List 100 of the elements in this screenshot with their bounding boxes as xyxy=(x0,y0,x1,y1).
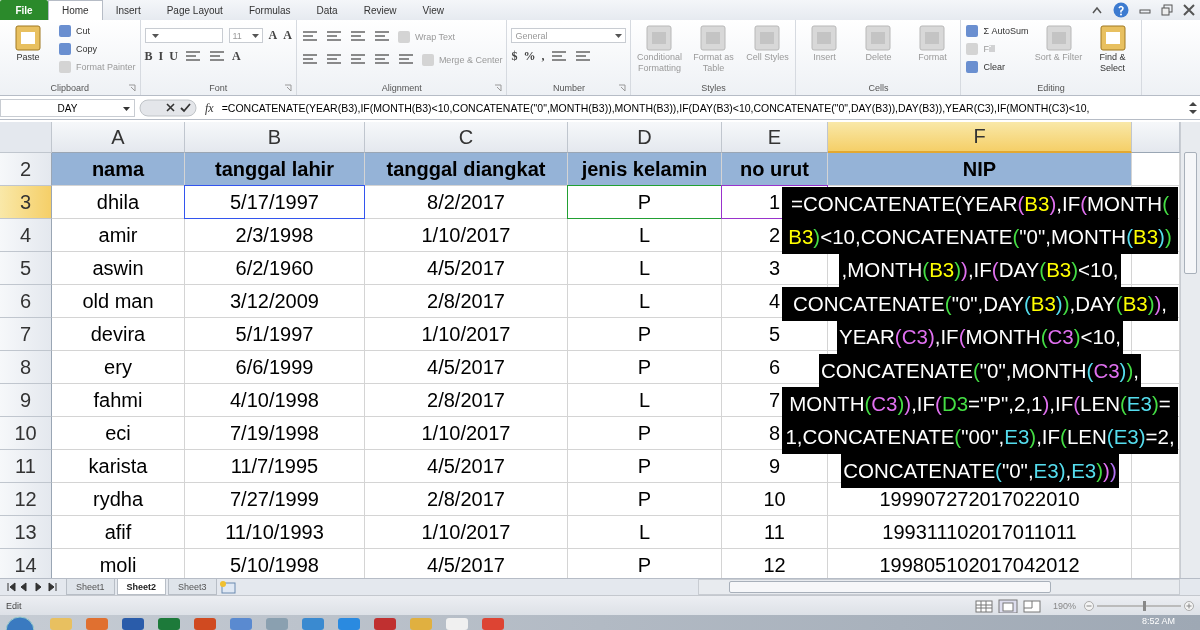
row-header[interactable]: 9 xyxy=(0,384,52,417)
vertical-scrollbar[interactable] xyxy=(1180,122,1200,578)
command-icon xyxy=(809,24,840,52)
group-label: Number xyxy=(552,83,585,93)
text-style-button[interactable]: I xyxy=(158,49,164,64)
format-icon[interactable] xyxy=(183,49,202,64)
text-style-button[interactable]: B xyxy=(144,49,153,64)
row-header[interactable]: 4 xyxy=(0,219,52,252)
zoom-out-icon[interactable] xyxy=(1084,600,1094,611)
ribbon-button[interactable]: Clear xyxy=(965,58,1005,75)
restore-icon[interactable] xyxy=(1161,4,1173,16)
sheet-tab[interactable]: Sheet1 xyxy=(66,579,115,595)
row-header[interactable]: 14 xyxy=(0,549,52,578)
column-header[interactable] xyxy=(1132,122,1180,153)
ribbon-tab[interactable]: Review xyxy=(350,0,410,20)
row-header[interactable]: 11 xyxy=(0,450,52,483)
row-header[interactable]: 5 xyxy=(0,252,52,285)
format-icon[interactable] xyxy=(324,52,343,67)
row-header[interactable]: 12 xyxy=(0,483,52,516)
ribbon-tab[interactable]: Data xyxy=(303,0,351,20)
ribbon-button[interactable]: Copy xyxy=(58,40,97,57)
format-icon[interactable] xyxy=(300,29,319,44)
text-style-button[interactable]: U xyxy=(169,49,178,64)
table-cell: 4/5/2017 xyxy=(427,454,505,478)
ribbon-tab[interactable]: Page Layout xyxy=(153,0,236,20)
dialog-launcher-icon[interactable] xyxy=(283,84,292,92)
group-label: Alignment xyxy=(381,83,422,93)
table-cell: amir xyxy=(98,223,138,247)
command-icon xyxy=(58,41,72,56)
row-header[interactable]: 8 xyxy=(0,351,52,384)
row-header[interactable]: 10 xyxy=(0,417,52,450)
table-cell: 7/27/1999 xyxy=(230,487,319,511)
format-icon[interactable] xyxy=(372,52,391,67)
column-header[interactable]: B xyxy=(185,122,365,153)
ribbon-dropdown[interactable] xyxy=(144,28,223,43)
format-icon[interactable] xyxy=(574,49,593,64)
table-cell: 11 xyxy=(764,520,785,544)
horizontal-scrollbar[interactable] xyxy=(698,579,1180,595)
ribbon-button[interactable]: Find & Select xyxy=(1088,22,1137,74)
insert-sheet-icon[interactable] xyxy=(218,580,237,594)
row-header[interactable]: 6 xyxy=(0,285,52,318)
formula-field[interactable]: =CONCATENATE(YEAR(B3),IF(MONTH(B3)<10,CONCATENATE("0",MONTH(B3)),MONTH(B3)),IF(DAY(B3)<10,CONCATENATE("0",DAY(B3)),DAY(B3)),YEAR(C3),IF(MONTH(C3)<10, xyxy=(221,102,1182,114)
zoom-slider[interactable] xyxy=(1084,600,1194,611)
ribbon-button[interactable]: Σ AutoSum xyxy=(965,22,1029,39)
table-cell: 1/10/2017 xyxy=(421,520,511,544)
row-header[interactable]: 13 xyxy=(0,516,52,549)
column-header[interactable]: D xyxy=(568,122,722,153)
caret-icon xyxy=(151,33,159,38)
text-style-button[interactable]: $ xyxy=(511,49,518,64)
caret-icon xyxy=(251,33,259,38)
table-cell: 9 xyxy=(768,454,781,478)
text-style-button[interactable]: , xyxy=(541,49,545,64)
ribbon-tab[interactable]: Insert xyxy=(102,0,154,20)
sheet-tab[interactable]: Sheet3 xyxy=(168,579,217,595)
table-cell: 5/10/1998 xyxy=(230,553,319,577)
text-style-button[interactable]: A xyxy=(231,49,241,64)
dialog-launcher-icon[interactable] xyxy=(618,84,627,92)
dialog-launcher-icon[interactable] xyxy=(127,84,136,92)
file-tab[interactable]: File xyxy=(0,0,48,20)
format-icon[interactable] xyxy=(300,52,319,67)
zoom-in-icon[interactable] xyxy=(1184,600,1194,611)
ribbon-tab[interactable]: Home xyxy=(48,0,103,20)
text-style-button[interactable]: % xyxy=(523,49,536,64)
formula-buttons-drawing[interactable] xyxy=(139,99,197,117)
table-cell: 7 xyxy=(768,388,781,412)
format-icon[interactable] xyxy=(207,49,226,64)
table-cell: 7/19/1998 xyxy=(230,421,319,445)
dialog-launcher-icon[interactable] xyxy=(494,84,503,92)
column-header[interactable]: F xyxy=(828,122,1132,153)
command-icon xyxy=(863,24,894,52)
close-icon[interactable] xyxy=(1183,4,1195,16)
ribbon-button[interactable]: Cut xyxy=(58,22,90,39)
table-cell: ery xyxy=(104,355,132,379)
column-header[interactable]: C xyxy=(365,122,568,153)
help-icon[interactable] xyxy=(1113,2,1129,18)
format-icon[interactable] xyxy=(372,29,391,44)
row-header[interactable]: 2 xyxy=(0,153,52,186)
sheet-tab[interactable]: Sheet2 xyxy=(116,579,167,595)
command-icon xyxy=(1097,24,1128,52)
command-icon xyxy=(58,59,72,74)
column-header[interactable]: E xyxy=(722,122,828,153)
ribbon-tab[interactable]: Formulas xyxy=(235,0,304,20)
row-header[interactable]: 3 xyxy=(0,186,52,219)
collapse-ribbon-icon[interactable] xyxy=(1091,5,1103,15)
format-icon[interactable] xyxy=(550,49,569,64)
text-style-button[interactable]: A xyxy=(268,28,278,43)
format-icon[interactable] xyxy=(324,29,343,44)
name-box[interactable]: DAY xyxy=(0,99,135,117)
format-icon[interactable] xyxy=(348,52,367,67)
ribbon-button[interactable]: Paste xyxy=(4,22,52,63)
table-cell: P xyxy=(637,190,652,214)
format-icon[interactable] xyxy=(396,52,415,67)
table-cell: old man xyxy=(82,289,154,313)
column-heading: no urut xyxy=(740,157,809,181)
insert-function-button[interactable]: fx xyxy=(201,100,218,116)
row-header[interactable]: 7 xyxy=(0,318,52,351)
text-style-button[interactable]: A xyxy=(283,28,292,43)
ribbon-tab[interactable]: View xyxy=(409,0,457,20)
column-header[interactable]: A xyxy=(52,122,185,153)
format-icon[interactable] xyxy=(348,29,367,44)
